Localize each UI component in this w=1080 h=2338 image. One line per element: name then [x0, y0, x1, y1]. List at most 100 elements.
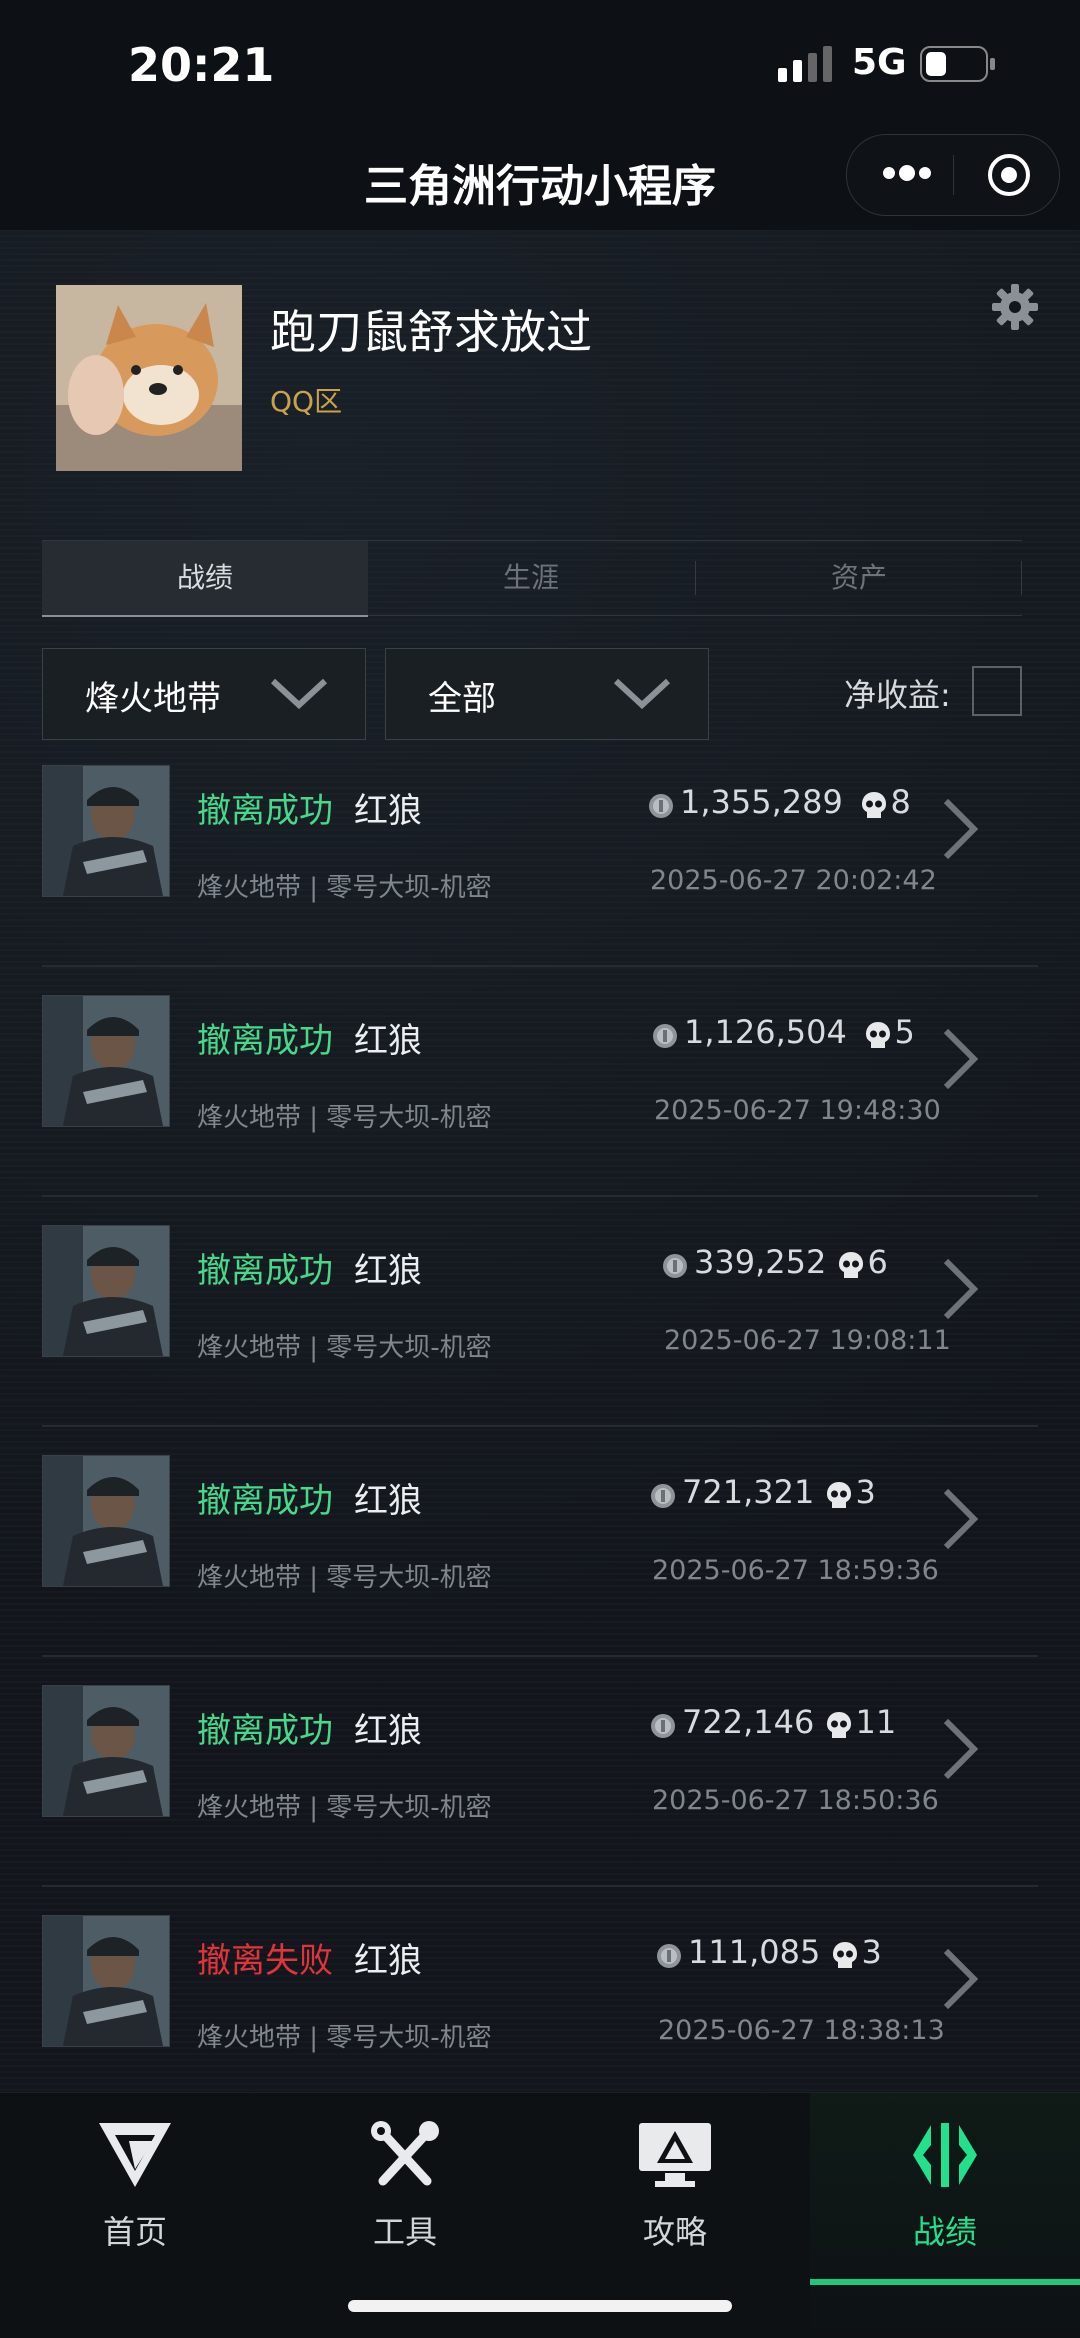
kill-count: 11 — [855, 1703, 897, 1741]
operator-thumbnail — [42, 1225, 170, 1357]
match-time: 2025-06-27 19:48:30 — [654, 1095, 941, 1126]
operator-name: 红狼 — [354, 791, 422, 831]
home-indicator — [348, 2300, 732, 2312]
operator-name: 红狼 — [354, 1481, 422, 1521]
coin-icon — [663, 1254, 687, 1278]
extracted-value: 1,355,289 — [680, 783, 843, 821]
close-target-icon[interactable] — [985, 151, 1033, 199]
operator-thumbnail — [42, 765, 170, 897]
extraction-result: 撤离成功 — [197, 1021, 333, 1061]
extraction-result: 撤离成功 — [197, 1481, 333, 1521]
coin-icon — [649, 794, 673, 818]
skull-icon — [865, 1022, 890, 1048]
kill-count: 3 — [855, 1473, 876, 1511]
more-icon[interactable] — [877, 153, 937, 193]
gear-icon[interactable] — [990, 282, 1040, 332]
skull-icon — [861, 792, 886, 818]
match-time: 2025-06-27 18:38:13 — [658, 2015, 945, 2046]
battery-icon — [920, 46, 995, 82]
tab-assets[interactable]: 资产 — [696, 541, 1022, 615]
monitor-guide-icon — [639, 2123, 711, 2187]
map-info: 烽火地带 | 零号大坝-机密 — [197, 1333, 492, 1363]
operator-thumbnail — [42, 1915, 170, 2047]
net-income-label: 净收益: — [844, 676, 951, 714]
chevron-down-icon — [270, 678, 328, 710]
record-row[interactable]: 撤离成功 红狼 339,252 6 烽火地带 | 零号大坝-机密 2025-06… — [42, 1195, 1038, 1427]
extraction-result: 撤离失败 — [197, 1941, 333, 1981]
map-info: 烽火地带 | 零号大坝-机密 — [197, 1103, 492, 1133]
bottom-tab-record[interactable]: 战绩 — [810, 2093, 1080, 2338]
net-income-checkbox[interactable] — [972, 666, 1022, 716]
map-info: 烽火地带 | 零号大坝-机密 — [197, 2023, 492, 2053]
operator-thumbnail — [42, 995, 170, 1127]
skull-icon — [826, 1482, 851, 1508]
status-time: 20:21 — [128, 38, 275, 92]
skull-icon — [826, 1712, 851, 1738]
record-row[interactable]: 撤离成功 红狼 1,355,289 8 烽火地带 | 零号大坝-机密 2025-… — [42, 735, 1038, 967]
match-time: 2025-06-27 20:02:42 — [650, 865, 937, 896]
signal-icon — [778, 46, 832, 82]
kill-count: 6 — [867, 1243, 888, 1281]
operator-name: 红狼 — [354, 1251, 422, 1291]
nav-bar: 三角洲行动小程序 — [0, 130, 1080, 230]
chevron-right-icon — [943, 798, 978, 860]
coin-icon — [651, 1714, 675, 1738]
operator-name: 红狼 — [354, 1711, 422, 1751]
extraction-result: 撤离成功 — [197, 791, 333, 831]
miniprogram-capsule — [846, 134, 1060, 216]
kill-count: 3 — [861, 1933, 882, 1971]
map-info: 烽火地带 | 零号大坝-机密 — [197, 1793, 492, 1823]
skull-icon — [832, 1942, 857, 1968]
network-type: 5G — [852, 42, 907, 83]
map-info: 烽火地带 | 零号大坝-机密 — [197, 1563, 492, 1593]
extraction-result: 撤离成功 — [197, 1251, 333, 1291]
tab-career[interactable]: 生涯 — [368, 541, 694, 615]
match-time: 2025-06-27 19:08:11 — [664, 1325, 951, 1356]
avatar[interactable] — [56, 285, 242, 471]
match-time: 2025-06-27 18:50:36 — [652, 1785, 939, 1816]
coin-icon — [657, 1944, 681, 1968]
extracted-value: 111,085 — [688, 1933, 821, 1971]
scope-select-value: 全部 — [428, 679, 496, 719]
extracted-value: 1,126,504 — [684, 1013, 847, 1051]
skull-icon — [838, 1252, 863, 1278]
capsule-divider — [953, 155, 954, 195]
extracted-value: 722,146 — [682, 1703, 815, 1741]
mode-select-value: 烽火地带 — [85, 679, 221, 719]
username: 跑刀鼠舒求放过 — [270, 305, 592, 359]
extracted-value: 721,321 — [682, 1473, 815, 1511]
bottom-tab-label: 首页 — [102, 2213, 167, 2251]
record-row[interactable]: 撤离成功 红狼 721,321 3 烽火地带 | 零号大坝-机密 2025-06… — [42, 1425, 1038, 1657]
bottom-tab-label: 攻略 — [642, 2213, 707, 2251]
operator-name: 红狼 — [354, 1021, 422, 1061]
scope-select[interactable]: 全部 — [385, 648, 709, 740]
match-time: 2025-06-27 18:59:36 — [652, 1555, 939, 1586]
chevron-down-icon — [613, 678, 671, 710]
battle-record-icon — [913, 2123, 977, 2187]
operator-thumbnail — [42, 1685, 170, 1817]
map-info: 烽火地带 | 零号大坝-机密 — [197, 873, 492, 903]
region-label: QQ区 — [270, 385, 343, 418]
record-row[interactable]: 撤离成功 红狼 722,146 11 烽火地带 | 零号大坝-机密 2025-0… — [42, 1655, 1038, 1887]
bottom-tab-home[interactable]: 首页 — [0, 2093, 270, 2338]
coin-icon — [651, 1484, 675, 1508]
kill-count: 5 — [894, 1013, 915, 1051]
bottom-tab-label: 工具 — [372, 2213, 437, 2251]
record-row[interactable]: 撤离成功 红狼 1,126,504 5 烽火地带 | 零号大坝-机密 2025-… — [42, 965, 1038, 1197]
operator-name: 红狼 — [354, 1941, 422, 1981]
active-tab-indicator — [810, 2279, 1080, 2285]
tab-divider — [1021, 561, 1022, 595]
chevron-right-icon — [943, 1488, 978, 1550]
mode-select[interactable]: 烽火地带 — [42, 648, 366, 740]
tools-icon — [371, 2121, 439, 2186]
tab-record[interactable]: 战绩 — [42, 541, 368, 617]
coin-icon — [653, 1024, 677, 1048]
extracted-value: 339,252 — [694, 1243, 827, 1281]
chevron-right-icon — [943, 1948, 978, 2010]
status-bar: 20:21 5G — [0, 0, 1080, 130]
chevron-right-icon — [943, 1258, 978, 1320]
chevron-right-icon — [943, 1028, 978, 1090]
record-row[interactable]: 撤离失败 红狼 111,085 3 烽火地带 | 零号大坝-机密 2025-06… — [42, 1885, 1038, 2115]
tab-bar: 战绩 生涯 资产 — [42, 540, 1022, 617]
extraction-result: 撤离成功 — [197, 1711, 333, 1751]
